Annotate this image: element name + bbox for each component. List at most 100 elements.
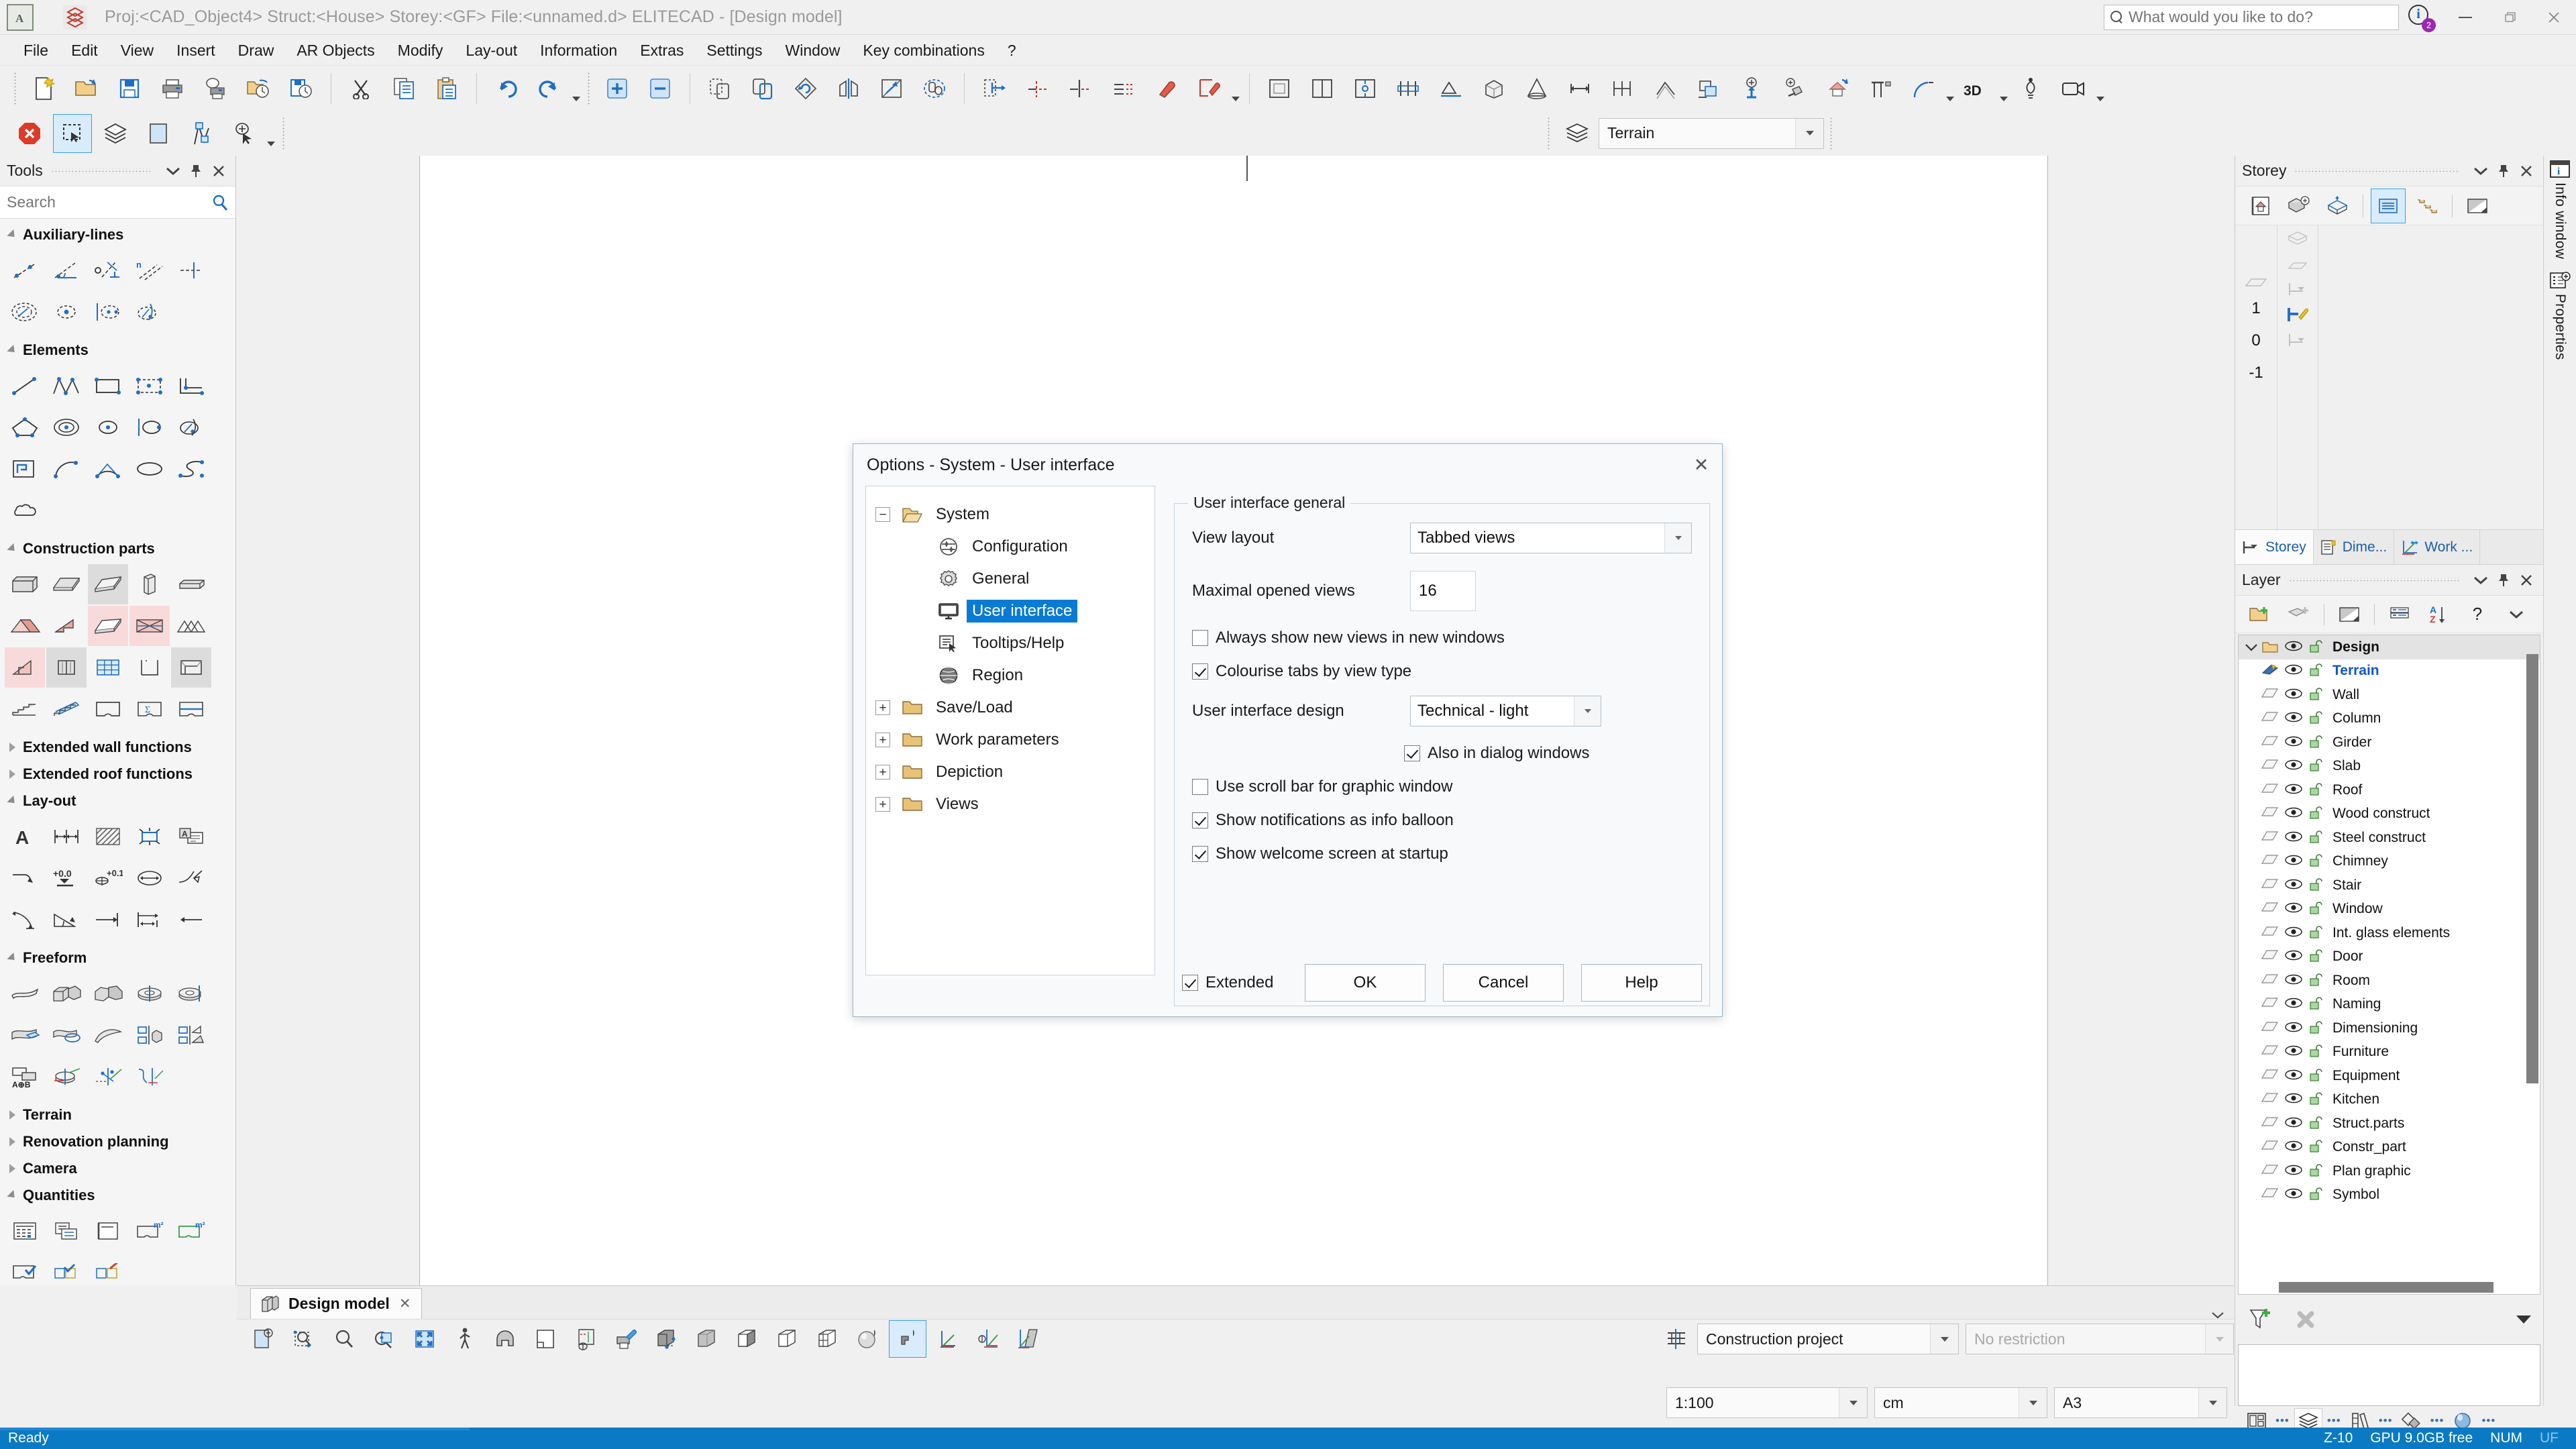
layer-list-icon[interactable] [2382,597,2417,632]
layer-root-row[interactable]: Design [2239,635,2540,659]
layer-row-naming[interactable]: Naming [2239,993,2540,1017]
layer-row-room[interactable]: Room [2239,969,2540,993]
layer-row-constr-part[interactable]: Constr_part [2239,1136,2540,1160]
offset-icon[interactable] [1646,69,1685,108]
options-dialog[interactable]: Options - System - User interface ✕ −Sys… [853,443,1723,1017]
chevron-down-icon[interactable] [2471,161,2491,181]
chevron-down-icon[interactable] [1839,1388,1867,1417]
tools-group-extended-wall-functions[interactable]: Extended wall functions [0,734,235,761]
sweep-icon[interactable] [5,1015,45,1055]
save-icon[interactable] [110,69,149,108]
cloud-icon[interactable] [5,490,45,531]
layers-icon[interactable] [96,114,135,153]
dialog-settings-tree[interactable]: −SystemConfigurationGeneralUser interfac… [865,486,1155,975]
sphere-icon[interactable] [849,1320,886,1358]
vertical-tab-properties[interactable]: Properties [2544,271,2576,360]
lock-open-icon[interactable] [2309,688,2325,702]
copy-icon[interactable] [384,69,423,108]
angle-dim-icon[interactable] [46,900,87,940]
undo-history-dropdown-icon[interactable] [571,69,582,108]
storey-visibility-icon[interactable] [2460,189,2495,223]
visibility-eye-icon[interactable] [2284,830,2304,845]
ok-button[interactable]: OK [1305,964,1426,1002]
print-preview-icon[interactable] [196,69,235,108]
solid-icon[interactable] [688,1320,725,1358]
circle-center-icon[interactable] [88,407,128,447]
library-more-icon[interactable]: ••• [2379,1414,2393,1428]
visibility-eye-icon[interactable] [2284,735,2304,750]
notifications-row[interactable]: Show notifications as info balloon [1192,811,1692,830]
visibility-eye-icon[interactable] [2284,878,2304,893]
chevron-down-icon[interactable] [1574,696,1601,726]
copy-level-icon[interactable] [1689,69,1728,108]
help-button[interactable]: Help [1581,964,1702,1002]
roof-multi-icon[interactable] [171,606,211,646]
perspective-icon[interactable] [486,1320,524,1358]
section-icon[interactable] [1432,69,1470,108]
storey-list-icon[interactable] [2371,189,2406,223]
stretch-icon[interactable] [872,69,911,108]
line-icon[interactable] [5,366,45,406]
quantity-list-icon[interactable] [46,1211,87,1251]
revolve-axis-icon[interactable] [171,973,211,1014]
also-dialog-row[interactable]: Also in dialog windows [1192,744,1692,763]
sphere-more-icon[interactable]: ••• [2481,1414,2496,1428]
toolbar-grip[interactable] [282,117,285,150]
stair-icon[interactable] [5,689,45,729]
visibility-eye-icon[interactable] [2284,1187,2304,1202]
notifications-checkbox[interactable] [1192,812,1208,828]
lock-open-icon[interactable] [2309,973,2325,988]
light-icon[interactable] [2011,69,2050,108]
extended-row[interactable]: Extended [1182,973,1273,992]
global-search[interactable] [2104,5,2399,30]
freeform-surface-icon[interactable] [5,973,45,1014]
visibility-eye-icon[interactable] [2284,759,2304,773]
raise-icon[interactable] [1732,69,1771,108]
layer-row-steel-construct[interactable]: Steel construct [2239,826,2540,850]
arrow-icon[interactable] [171,900,211,940]
solid-shade-icon[interactable] [728,1320,765,1358]
lock-open-icon[interactable] [2309,1092,2325,1107]
layer-row-slab[interactable]: Slab [2239,755,2540,779]
boolean-cut-icon[interactable] [171,1015,211,1055]
spline-3d-icon[interactable] [129,1057,170,1097]
single-dim-icon[interactable] [88,900,128,940]
always-new-window-row[interactable]: Always show new views in new windows [1192,629,1692,647]
lock-open-icon[interactable] [2309,1116,2325,1131]
print-icon[interactable] [153,69,192,108]
close-icon[interactable] [2516,161,2536,181]
dialog-tree-item-tooltips-help[interactable]: Tooltips/Help [875,627,1155,659]
rotate-icon[interactable] [786,69,825,108]
cut-icon[interactable] [341,69,380,108]
visibility-eye-icon[interactable] [2284,783,2304,798]
layer-row-wall[interactable]: Wall [2239,683,2540,707]
layer-row-struct-parts[interactable]: Struct.parts [2239,1112,2540,1136]
storey-tab-work-plane[interactable]: Work ... [2394,530,2480,564]
welcome-screen-checkbox[interactable] [1192,846,1208,862]
scrollbar-row[interactable]: Use scroll bar for graphic window [1192,777,1692,796]
select-rect-icon[interactable] [53,114,92,153]
open-recent-icon[interactable] [239,69,278,108]
shadow-icon[interactable] [889,1320,926,1358]
unit-combo[interactable]: cm [1874,1387,2047,1418]
curved-surface-icon[interactable] [88,1015,128,1055]
label-icon[interactable]: A [171,816,211,857]
dialog-tree-item-depiction[interactable]: +Depiction [875,756,1155,788]
print-edit-icon[interactable] [607,1320,645,1358]
baseline-dim-icon[interactable] [129,900,170,940]
roof-shed-icon[interactable] [46,606,87,646]
close-icon[interactable]: ✕ [399,1295,411,1312]
fill-icon[interactable] [139,114,178,153]
rectangle-icon[interactable] [88,366,128,406]
restore-button[interactable] [2487,1,2532,34]
help-icon[interactable]: ? [2460,597,2495,632]
lock-open-icon[interactable] [2309,735,2325,750]
text-icon[interactable]: A [5,816,45,857]
height-mark-icon[interactable]: +0.0 [46,858,87,898]
leader-icon[interactable] [5,858,45,898]
lock-open-icon[interactable] [2309,640,2325,655]
wireframe-icon[interactable] [768,1320,806,1358]
lock-open-icon[interactable] [2309,759,2325,773]
layer-tree-hscrollbar[interactable] [2279,1282,2493,1293]
tools-group-renovation-planning[interactable]: Renovation planning [0,1128,235,1155]
